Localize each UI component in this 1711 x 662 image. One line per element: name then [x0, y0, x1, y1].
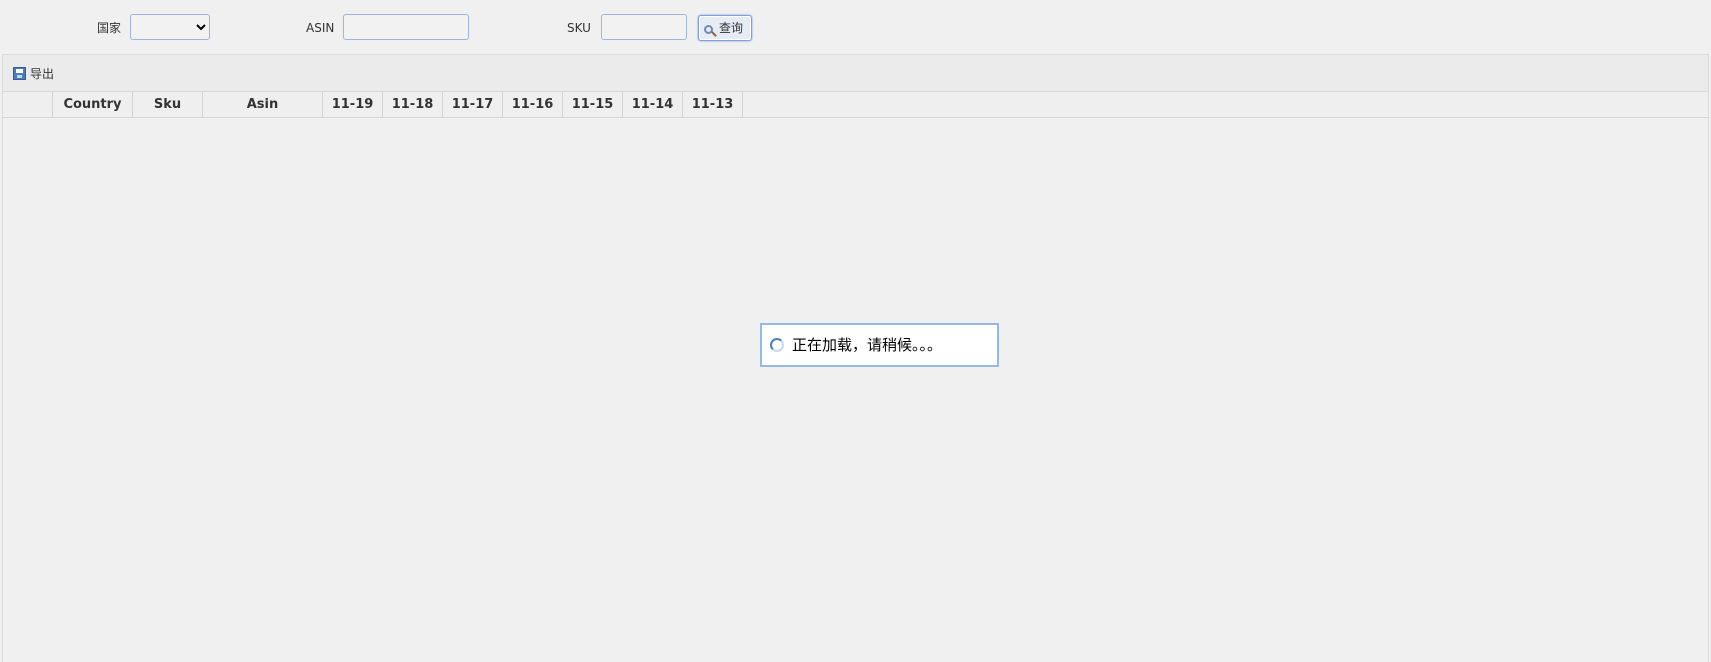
- loading-message: 正在加载，请稍候。。。: [792, 336, 943, 354]
- column-header-asin[interactable]: Asin: [203, 92, 323, 117]
- search-icon: [704, 25, 713, 34]
- column-header-country[interactable]: Country: [53, 92, 133, 117]
- column-header-date[interactable]: 11-14: [623, 92, 683, 117]
- asin-label: ASIN: [306, 21, 335, 35]
- save-icon: [13, 67, 26, 80]
- sku-input[interactable]: [601, 14, 687, 40]
- column-header-date[interactable]: 11-17: [443, 92, 503, 117]
- search-button-label: 查询: [719, 21, 744, 35]
- loading-indicator: 正在加载，请稍候。。。: [760, 323, 999, 367]
- table-header: Country Sku Asin 11-19 11-18 11-17 11-16…: [3, 92, 1708, 118]
- column-header-rownum: [3, 92, 53, 117]
- column-header-date[interactable]: 11-19: [323, 92, 383, 117]
- export-button-label: 导出: [30, 67, 55, 81]
- column-header-date[interactable]: 11-18: [383, 92, 443, 117]
- column-header-sku[interactable]: Sku: [133, 92, 203, 117]
- export-button[interactable]: 导出: [13, 65, 54, 83]
- filter-bar: 国家 ASIN SKU 查询: [0, 0, 1711, 54]
- sku-label: SKU: [567, 21, 591, 35]
- grid-toolbar: 导出: [3, 55, 1708, 92]
- country-select[interactable]: [130, 14, 210, 40]
- column-header-date[interactable]: 11-16: [503, 92, 563, 117]
- search-button[interactable]: 查询: [698, 15, 752, 41]
- country-label: 国家: [97, 21, 122, 35]
- asin-input[interactable]: [343, 14, 469, 40]
- loading-spinner-icon: [770, 338, 784, 352]
- column-header-date[interactable]: 11-15: [563, 92, 623, 117]
- column-header-date[interactable]: 11-13: [683, 92, 743, 117]
